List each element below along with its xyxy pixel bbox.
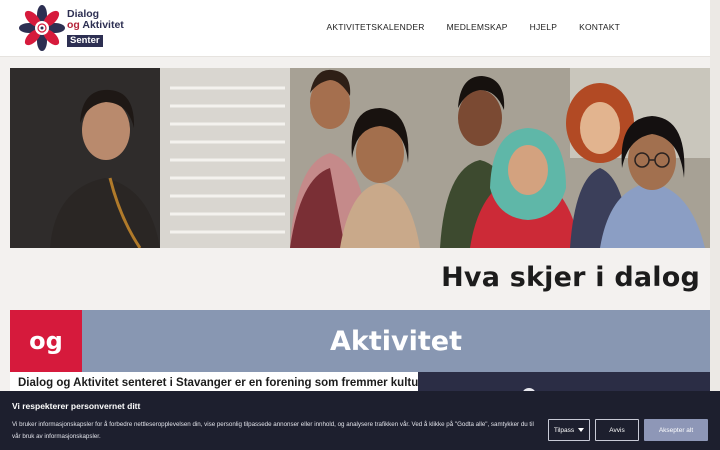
logo-aktivitet: Aktivitet [82, 18, 124, 31]
og-box: og [10, 310, 82, 372]
accept-all-button[interactable]: Aksepter alt [644, 419, 708, 441]
customize-button[interactable]: Tilpass [548, 419, 590, 441]
cookie-title: Vi respekterer personvernet ditt [12, 401, 141, 411]
aktivitet-band: og Aktivitet [10, 310, 710, 372]
page-edge-strip [710, 0, 720, 391]
hero-image [10, 68, 710, 248]
nav-item-kontakt[interactable]: KONTAKT [579, 22, 620, 32]
nav-item-aktivitetskalender[interactable]: AKTIVITETSKALENDER [326, 22, 424, 32]
section-title: Hva skjer i dalog [441, 262, 700, 293]
logo-og: og [67, 18, 80, 31]
intro-text: Dialog og Aktivitet senteret i Stavanger… [18, 377, 436, 389]
logo-senter-badge: Senter [67, 35, 103, 47]
logo-line-og-aktivitet: og Aktivitet [67, 20, 124, 31]
logo-flower-icon [19, 5, 65, 51]
main-nav: AKTIVITETSKALENDER MEDLEMSKAP HJELP KONT… [326, 22, 620, 32]
cookie-consent-banner: Vi respekterer personvernet ditt Vi bruk… [0, 391, 720, 450]
reject-button[interactable]: Avvis [595, 419, 639, 441]
logo-text: Dialog og Aktivitet Senter [67, 9, 124, 47]
chevron-down-icon [578, 428, 585, 432]
page: Dialog og Aktivitet Senter AKTIVITETSKAL… [0, 0, 720, 450]
customize-label: Tilpass [553, 426, 575, 434]
aktivitet-title: Aktivitet [330, 325, 462, 357]
og-label: og [29, 327, 63, 355]
nav-item-medlemskap[interactable]: MEDLEMSKAP [447, 22, 508, 32]
site-header: Dialog og Aktivitet Senter AKTIVITETSKAL… [0, 0, 710, 57]
nav-item-hjelp[interactable]: HJELP [530, 22, 557, 32]
site-logo[interactable]: Dialog og Aktivitet Senter [18, 4, 124, 52]
cookie-text: Vi bruker informasjonskapsler for å forb… [12, 421, 534, 440]
hero-people-illustration [10, 68, 710, 248]
